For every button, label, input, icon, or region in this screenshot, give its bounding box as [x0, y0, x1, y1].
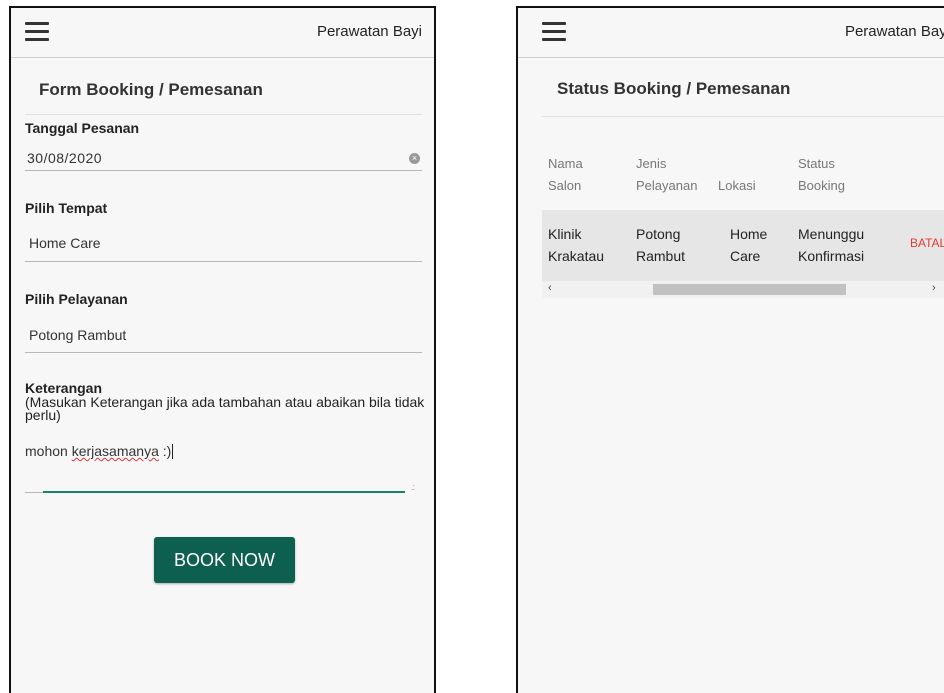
text-caret: [172, 444, 174, 459]
cell-lokasi: Home Care: [730, 223, 767, 267]
keterangan-hint: (Masukan Keterangan jika ada tambahan at…: [25, 394, 425, 423]
status-divider: [542, 116, 944, 117]
keterangan-text-prefix: mohon: [25, 443, 72, 459]
cell-nama-salon: Klinik Krakatau: [548, 223, 604, 267]
cell-text: Rambut: [636, 248, 686, 264]
keterangan-textarea[interactable]: mohon kerjasamanya :): [25, 443, 174, 459]
form-title: Form Booking / Pemesanan: [39, 80, 263, 99]
misspelled-word: kerjasamanya: [71, 443, 159, 459]
scroll-left-icon[interactable]: ‹: [548, 282, 552, 294]
cell-text: Konfirmasi: [798, 248, 865, 264]
pelayanan-underline: [25, 352, 422, 353]
book-now-button[interactable]: BOOK NOW: [154, 537, 295, 583]
batal-button[interactable]: BATAL: [910, 236, 944, 250]
cell-text: Menunggu: [798, 226, 865, 242]
header-text: Jenis: [636, 156, 667, 171]
header-status-booking: Status Booking: [798, 153, 845, 197]
header-text: Lokasi: [718, 178, 756, 193]
app-title: Perawatan Bayi: [844, 23, 944, 40]
tanggal-underline: [25, 170, 422, 171]
booking-form-screen: Perawatan Bayi Form Booking / Pemesanan …: [9, 6, 436, 693]
menu-icon[interactable]: [25, 22, 49, 42]
title-divider: [25, 114, 422, 115]
header-text: Booking: [798, 178, 845, 193]
header-lokasi: Lokasi: [718, 175, 756, 197]
tanggal-pesanan-label: Tanggal Pesanan: [25, 120, 140, 136]
horizontal-scrollbar[interactable]: ‹ ›: [542, 281, 944, 298]
cell-jenis-pelayanan: Potong Rambut: [636, 223, 685, 267]
app-title: Perawatan Bayi: [316, 23, 422, 40]
cell-text: Care: [730, 248, 761, 264]
booking-status-screen: Perawatan Bayi Status Booking / Pemesana…: [516, 6, 944, 693]
cell-text: Potong: [636, 226, 681, 242]
top-app-bar: Perawatan Bayi: [11, 8, 434, 58]
tempat-underline: [25, 261, 422, 262]
top-app-bar: Perawatan Bayi: [518, 8, 944, 58]
pilih-pelayanan-select[interactable]: Potong Rambut: [29, 327, 126, 343]
header-text: Nama: [548, 156, 583, 171]
keterangan-text-suffix: :): [158, 443, 172, 459]
menu-icon[interactable]: [542, 22, 566, 42]
cell-text: Home: [730, 226, 768, 242]
cell-text: Krakatau: [548, 248, 605, 264]
scroll-right-icon[interactable]: ›: [932, 282, 936, 294]
resize-grip-icon[interactable]: .:: [411, 482, 415, 492]
pilih-pelayanan-label: Pilih Pelayanan: [25, 291, 128, 307]
header-jenis-pelayanan: Jenis Pelayanan: [636, 153, 697, 197]
header-text: Pelayanan: [636, 178, 698, 193]
header-text: Status: [798, 156, 835, 171]
header-text: Salon: [548, 178, 582, 193]
status-title: Status Booking / Pemesanan: [557, 79, 791, 98]
pilih-tempat-select[interactable]: Home Care: [29, 235, 101, 251]
cell-text: Klinik: [548, 226, 582, 242]
tanggal-pesanan-input[interactable]: 30/08/2020: [27, 150, 102, 166]
header-nama-salon: Nama Salon: [548, 153, 583, 197]
scrollbar-thumb[interactable]: [653, 284, 846, 295]
textarea-focus-underline: [43, 491, 405, 493]
clear-icon[interactable]: ×: [409, 153, 420, 164]
textarea-underline: [25, 492, 43, 493]
pilih-tempat-label: Pilih Tempat: [25, 200, 108, 216]
cell-status-booking: Menunggu Konfirmasi: [798, 223, 864, 267]
